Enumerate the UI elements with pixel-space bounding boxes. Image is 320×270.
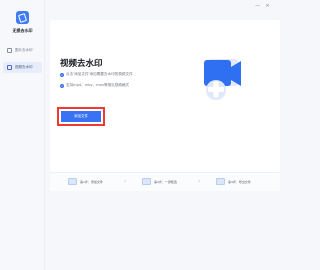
arrow-right-icon: › — [198, 178, 201, 185]
sidebar-item-video-watermark[interactable]: 视频去水印 — [3, 62, 42, 73]
video-add-illustration — [190, 40, 248, 102]
sidebar-item-image-watermark[interactable]: 图片去水印 — [3, 45, 42, 56]
step-icon — [216, 178, 225, 185]
bullet-text: 支持mp4、mkv、mov等常见视频格式 — [66, 83, 130, 87]
page-title: 视频去水印 — [60, 59, 103, 69]
image-icon — [7, 48, 12, 53]
sidebar: 无损去水印 图片去水印 视频去水印 — [0, 0, 45, 270]
add-file-button[interactable]: 添加文件 — [57, 107, 105, 126]
step-item: 第2步：一键框选 — [142, 178, 177, 185]
app-title: 无损去水印 — [12, 28, 33, 33]
step-item: 第1步：添加文件 — [68, 178, 103, 185]
close-button[interactable]: × — [265, 4, 270, 9]
sidebar-item-label: 视频去水印 — [15, 65, 33, 69]
step-label: 第1步：添加文件 — [80, 179, 103, 184]
app-logo-icon — [16, 11, 29, 24]
step-icon — [68, 178, 77, 185]
arrow-right-icon: › — [124, 178, 127, 185]
check-icon: ✓ — [60, 72, 64, 77]
top-bar: — × — [45, 0, 280, 12]
video-icon — [7, 65, 12, 70]
step-label: 第3步：导出文件 — [228, 179, 251, 184]
bullet-text: 点击'添加文件'添加需要去水印的视频文件 — [66, 72, 133, 76]
add-file-label: 添加文件 — [61, 111, 101, 122]
feature-bullet: ✓ 点击'添加文件'添加需要去水印的视频文件 — [60, 72, 133, 77]
step-item: 第3步：导出文件 — [216, 178, 251, 185]
check-icon: ✓ — [60, 83, 64, 88]
feature-bullet: ✓ 支持mp4、mkv、mov等常见视频格式 — [60, 83, 129, 88]
step-icon — [142, 178, 151, 185]
step-label: 第2步：一键框选 — [154, 179, 177, 184]
steps-bar: 第1步：添加文件 › 第2步：一键框选 › 第3步：导出文件 — [50, 172, 280, 191]
sidebar-item-label: 图片去水印 — [15, 48, 33, 52]
minimize-button[interactable]: — — [255, 4, 260, 9]
